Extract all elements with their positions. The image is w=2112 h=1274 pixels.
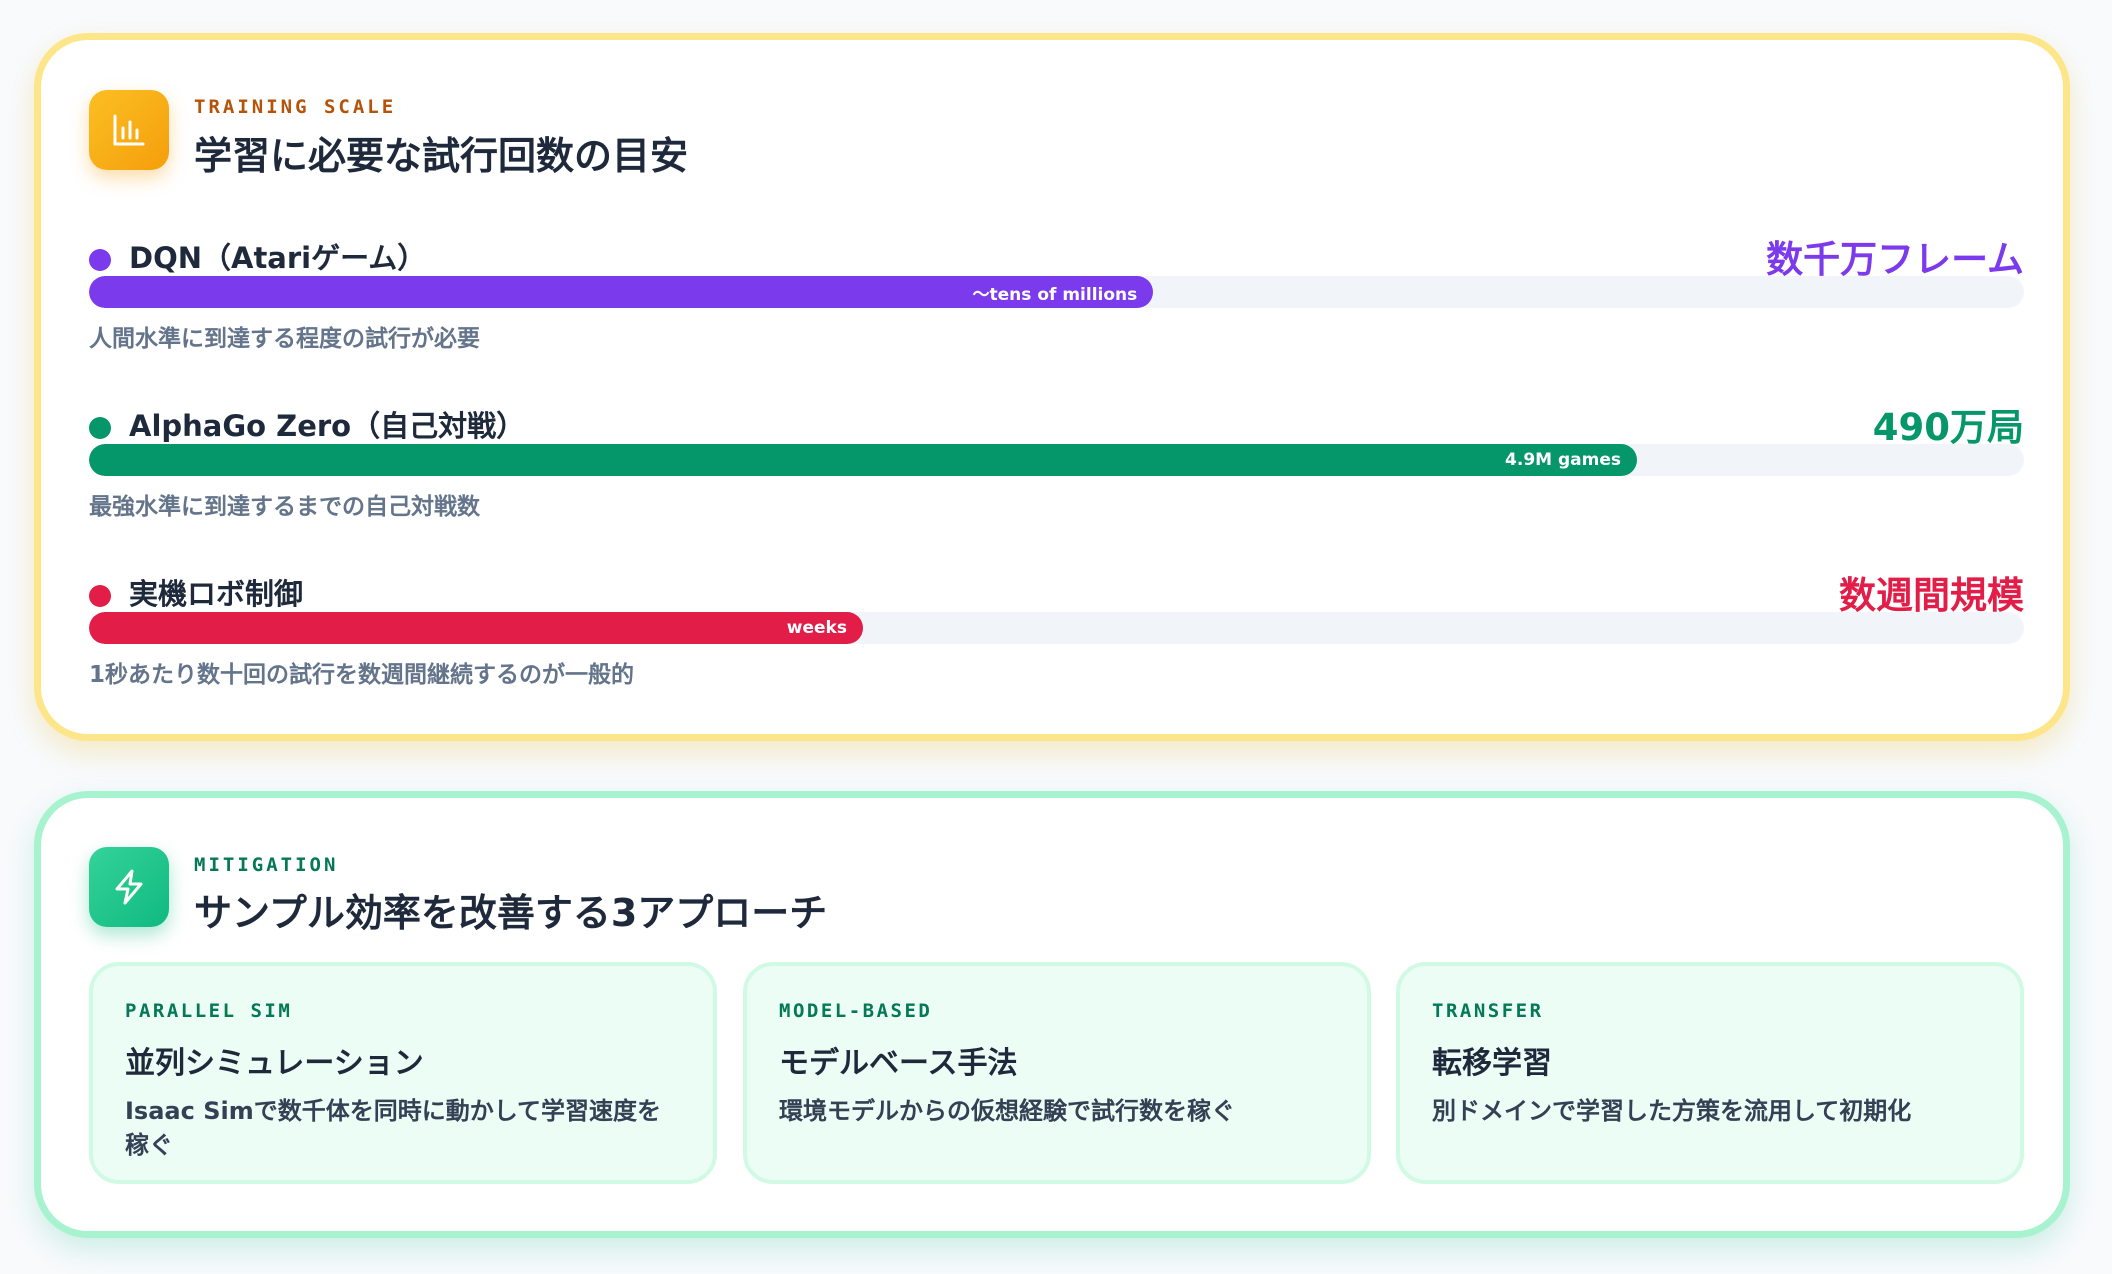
approach-description: Isaac Simで数千体を同時に動かして学習速度を稼ぐ <box>125 1097 661 1159</box>
section-title: 学習に必要な試行回数の目安 <box>194 134 689 178</box>
metric-alphago-zero: AlphaGo Zero（自己対戦） 490万局 4.9M games 最強水準… <box>89 403 2024 523</box>
mitigation-card: MITIGATION サンプル効率を改善する3アプローチ PARALLEL SI… <box>34 791 2070 1238</box>
progress-label: weeks <box>786 618 847 638</box>
metric-value: 数週間規模 <box>1839 574 2024 617</box>
metric-dot <box>89 585 111 607</box>
metric-description: 1秒あたり数十回の試行を数週間継続するのが一般的 <box>89 662 635 688</box>
progress-fill: 4.9M games <box>89 444 1637 476</box>
metric-value: 490万局 <box>1872 406 2024 449</box>
approach-card-transfer: TRANSFER 転移学習 別ドメインで学習した方策を流用して初期化 <box>1396 962 2024 1184</box>
metric-real-robot: 実機ロボ制御 数週間規模 weeks 1秒あたり数十回の試行を数週間継続するのが… <box>89 571 2024 691</box>
section-eyebrow: TRAINING SCALE <box>194 96 397 118</box>
progress-track: 4.9M games <box>89 444 2024 476</box>
metric-label: 実機ロボ制御 <box>129 577 304 611</box>
metric-label: AlphaGo Zero（自己対戦） <box>129 409 526 443</box>
metric-dot <box>89 249 111 271</box>
metric-dqn: DQN（Atariゲーム） 数千万フレーム ～tens of millions … <box>89 235 2024 355</box>
progress-fill: ～tens of millions <box>89 276 1154 308</box>
metric-value: 数千万フレーム <box>1766 238 2024 281</box>
section-eyebrow: MITIGATION <box>194 854 339 876</box>
approach-description: 環境モデルからの仮想経験で試行数を稼ぐ <box>779 1097 1235 1125</box>
progress-track: ～tens of millions <box>89 276 2024 308</box>
progress-label: ～tens of millions <box>972 284 1138 305</box>
approach-tag: TRANSFER <box>1432 1000 1544 1022</box>
bar-chart-icon <box>89 90 169 170</box>
metric-dot <box>89 417 111 439</box>
approach-title: 並列シミュレーション <box>125 1046 424 1081</box>
approach-card-parallel-sim: PARALLEL SIM 並列シミュレーション Isaac Simで数千体を同時… <box>89 962 717 1184</box>
approach-description: 別ドメインで学習した方策を流用して初期化 <box>1432 1097 1912 1125</box>
approach-title: 転移学習 <box>1432 1046 1552 1081</box>
metric-label: DQN（Atariゲーム） <box>129 241 427 275</box>
progress-fill: weeks <box>89 612 863 644</box>
section-title: サンプル効率を改善する3アプローチ <box>194 891 828 935</box>
approach-card-model-based: MODEL-BASED モデルベース手法 環境モデルからの仮想経験で試行数を稼ぐ <box>743 962 1371 1184</box>
metric-description: 最強水準に到達するまでの自己対戦数 <box>89 494 480 520</box>
approach-title: モデルベース手法 <box>779 1046 1018 1081</box>
metric-description: 人間水準に到達する程度の試行が必要 <box>89 326 480 352</box>
progress-track: weeks <box>89 612 2024 644</box>
lightning-bolt-icon <box>89 847 169 927</box>
training-scale-card: TRAINING SCALE 学習に必要な試行回数の目安 DQN（Atariゲー… <box>34 33 2070 741</box>
approach-tag: MODEL-BASED <box>779 1000 933 1022</box>
progress-label: 4.9M games <box>1505 450 1621 470</box>
approach-tag: PARALLEL SIM <box>125 1000 293 1022</box>
